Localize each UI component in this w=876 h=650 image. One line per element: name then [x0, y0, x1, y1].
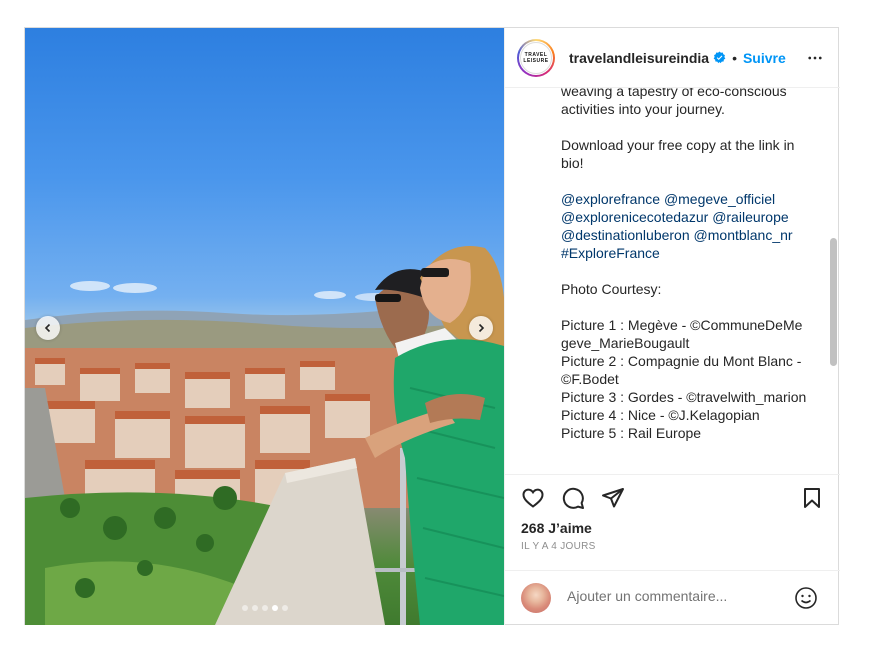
hashtag-link[interactable]: #ExploreFrance: [561, 245, 660, 261]
mention-link[interactable]: @explorenicecotedazur: [561, 209, 708, 225]
carousel-dot: [281, 605, 288, 611]
caption-download: Download your free copy at the link in b…: [561, 137, 799, 171]
share-icon[interactable]: [601, 486, 625, 510]
follow-button[interactable]: Suivre: [743, 50, 786, 66]
carousel-dot: [271, 605, 278, 611]
author-username[interactable]: travelandleisureindia: [569, 50, 709, 66]
verified-badge-icon: [713, 51, 726, 64]
previous-slide-button[interactable]: [36, 316, 60, 340]
courtesy-line: Picture 2 : Compagnie du Mont Blanc - ©F…: [561, 353, 802, 387]
comment-bar: [505, 570, 840, 625]
courtesy-line: Picture 4 : Nice - ©J.Kelagopian: [561, 407, 760, 423]
comment-icon[interactable]: [561, 486, 585, 510]
post-side-panel: TRAVEL LEISURE travelandleisureindia • S…: [504, 28, 840, 625]
courtesy-line: Picture 3 : Gordes - ©travelwith_marion: [561, 389, 807, 405]
emoji-icon[interactable]: [794, 586, 818, 610]
courtesy-list: Picture 1 : Megève - ©CommuneDeMegeve_Ma…: [561, 316, 809, 442]
photo-scene: [25, 246, 504, 625]
mention-link[interactable]: @raileurope: [712, 209, 788, 225]
author-avatar[interactable]: TRAVEL LEISURE: [517, 38, 555, 77]
caption-intro: weaving a tapestry of eco-conscious acti…: [561, 88, 791, 117]
courtesy-line: Picture 1 : Megève - ©CommuneDeMegeve_Ma…: [561, 317, 803, 351]
caption-courtesy: Photo Courtesy:: [561, 280, 809, 298]
post-timestamp[interactable]: IL Y A 4 JOURS: [521, 541, 596, 552]
carousel-dot: [261, 605, 268, 611]
post-header: TRAVEL LEISURE travelandleisureindia • S…: [505, 28, 840, 88]
more-options-icon[interactable]: [806, 49, 824, 67]
courtesy-line: Picture 5 : Rail Europe: [561, 425, 702, 441]
carousel-dot: [251, 605, 258, 611]
current-user-avatar: [521, 583, 551, 613]
mention-link[interactable]: @destinationluberon: [561, 227, 690, 243]
courtesy-title: Photo Courtesy:: [561, 281, 662, 297]
carousel-dot: [241, 605, 248, 611]
caption-mentions: @explorefrance @megeve_officiel @explore…: [561, 190, 809, 262]
bookmark-icon[interactable]: [800, 486, 824, 510]
heart-icon[interactable]: [521, 486, 545, 510]
action-bar: [505, 474, 840, 524]
comment-input[interactable]: [565, 587, 789, 605]
chevron-left-icon: [44, 323, 51, 333]
brand-logo: TRAVEL LEISURE: [520, 41, 552, 74]
caption-text: weaving a tapestry of eco-conscious acti…: [561, 88, 809, 442]
header-separator: •: [732, 49, 737, 66]
chevron-right-icon: [478, 323, 485, 333]
caption-scrollbar[interactable]: [830, 238, 837, 366]
post-photo[interactable]: [25, 28, 504, 625]
mention-link[interactable]: @explorefrance: [561, 191, 660, 207]
next-slide-button[interactable]: [469, 316, 493, 340]
mention-link[interactable]: @megeve_officiel: [664, 191, 775, 207]
mention-link[interactable]: @montblanc_nr: [694, 227, 793, 243]
instagram-post-card: TRAVEL LEISURE travelandleisureindia • S…: [24, 27, 840, 625]
caption-scroll-area[interactable]: weaving a tapestry of eco-conscious acti…: [505, 88, 840, 475]
carousel-indicator: [25, 605, 504, 611]
likes-count[interactable]: 268 J’aime: [521, 520, 592, 536]
